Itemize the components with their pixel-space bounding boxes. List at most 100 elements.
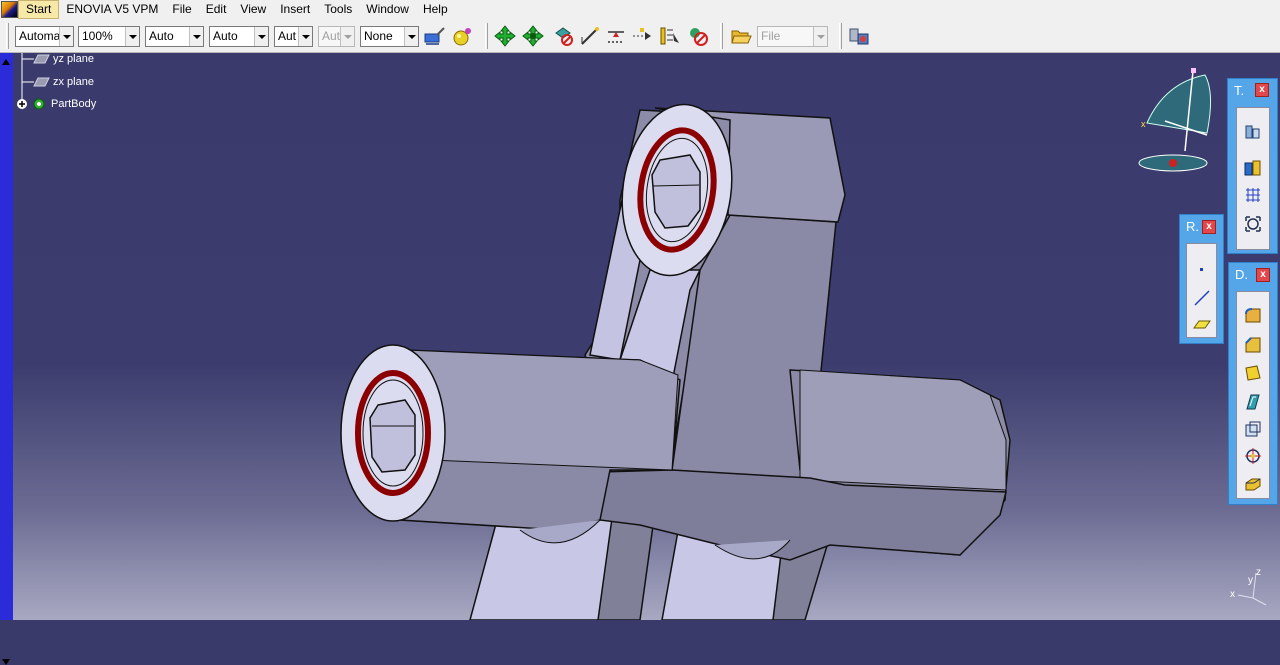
fill-color-combo[interactable]: Automa (15, 26, 74, 47)
pan-icon (494, 25, 516, 47)
point-symbol-value: Aut (278, 29, 297, 43)
toolbar-grip[interactable] (839, 23, 842, 49)
thickness-button[interactable] (1240, 417, 1266, 441)
measure-button[interactable] (578, 24, 602, 48)
pan-button[interactable] (493, 24, 517, 48)
measure-inertia-icon (660, 27, 679, 45)
point-button[interactable] (1189, 258, 1215, 282)
part-geometry (340, 103, 1011, 620)
layer-value: None (364, 29, 393, 43)
fillet-button[interactable] (1240, 304, 1266, 328)
grid-icon (1246, 188, 1260, 202)
fill-color-value: Automa (19, 29, 61, 43)
panel-title: T. (1234, 83, 1245, 98)
remove-face-icon (1245, 478, 1261, 491)
layer-combo[interactable]: None (360, 26, 419, 47)
panel-close-button[interactable]: x (1256, 268, 1270, 282)
scroll-down-icon[interactable] (2, 659, 10, 665)
pad-icon (1244, 160, 1261, 176)
menu-help[interactable]: Help (416, 0, 455, 19)
shell-button[interactable] (1240, 390, 1266, 414)
measure-between-icon (608, 31, 624, 43)
chevron-down-icon (125, 27, 139, 46)
expand-plus-icon[interactable] (16, 98, 28, 110)
catalog-icon (849, 28, 869, 45)
3d-viewport[interactable]: x z x y (13, 53, 1280, 620)
toolbar-grip[interactable] (6, 23, 9, 49)
chamfer-icon (1245, 337, 1261, 353)
graphic-properties-toolbar: Automa 100% Auto Auto Aut Aut None File (0, 19, 1280, 53)
tree-item-yz-plane[interactable]: yz plane (32, 52, 94, 66)
menu-insert[interactable]: Insert (273, 0, 317, 19)
thread-button[interactable] (1240, 444, 1266, 468)
menu-tools[interactable]: Tools (317, 0, 359, 19)
menu-bar: Start ENOVIA V5 VPM File Edit View Inser… (0, 0, 1280, 19)
line-thickness-combo[interactable]: Auto (145, 26, 204, 47)
transparency-value: 100% (82, 29, 113, 43)
tools-panel[interactable]: T. x (1227, 78, 1278, 254)
measure-between-button[interactable] (604, 24, 628, 48)
scroll-up-icon[interactable] (2, 59, 10, 65)
menu-view[interactable]: View (233, 0, 273, 19)
svg-text:x: x (1141, 119, 1146, 129)
file-combo[interactable]: File (757, 26, 828, 47)
measure-item-button[interactable] (630, 24, 654, 48)
catia-app-icon[interactable] (1, 1, 18, 18)
line-button[interactable] (1189, 286, 1215, 310)
no-show-icon (690, 28, 708, 46)
panel-title: D. (1235, 267, 1248, 282)
menu-file[interactable]: File (165, 0, 198, 19)
line-type-combo[interactable]: Auto (209, 26, 269, 47)
panel-tool-button[interactable] (1240, 156, 1266, 180)
tree-item-zx-plane[interactable]: zx plane (32, 75, 94, 89)
menu-window[interactable]: Window (359, 0, 416, 19)
toolbar-grip[interactable] (485, 23, 488, 49)
dress-up-panel[interactable]: D. x (1228, 262, 1278, 505)
apply-material-button[interactable] (450, 24, 474, 48)
catalog-button[interactable] (848, 24, 872, 48)
axis-x-label: x (1230, 589, 1235, 600)
chevron-down-icon (298, 27, 312, 46)
plane-button[interactable] (1189, 312, 1215, 336)
tree-item-partbody[interactable]: PartBody (16, 97, 96, 111)
axis-z-label: z (1256, 567, 1261, 578)
point-symbol-combo[interactable]: Aut (274, 26, 313, 47)
chevron-down-icon (254, 27, 268, 46)
panel-tool-button[interactable] (1240, 212, 1266, 236)
hide-show-button[interactable] (551, 24, 575, 48)
measure-item-icon (633, 28, 651, 40)
menu-enovia[interactable]: ENOVIA V5 VPM (59, 0, 165, 19)
open-button[interactable] (729, 24, 753, 48)
no-show-button[interactable] (686, 24, 710, 48)
line-thickness-value: Auto (149, 29, 174, 43)
transparency-combo[interactable]: 100% (78, 26, 140, 47)
panel-close-button[interactable]: x (1255, 83, 1269, 97)
specification-tree-scrollbar[interactable] (0, 53, 13, 665)
measure-inertia-button[interactable] (657, 24, 681, 48)
sketch-plane-icon (1245, 125, 1260, 139)
partbody-gear-icon (33, 98, 45, 110)
draft-button[interactable] (1240, 361, 1266, 385)
format-painter-button[interactable] (422, 24, 446, 48)
rotate-button[interactable] (521, 24, 545, 48)
tree-item-label: PartBody (51, 98, 97, 110)
panel-close-button[interactable]: x (1202, 220, 1216, 234)
toolbar-grip[interactable] (720, 23, 723, 49)
chamfer-button[interactable] (1240, 333, 1266, 357)
panel-tool-button[interactable] (1240, 120, 1266, 144)
panel-tool-button[interactable] (1240, 183, 1266, 207)
draft-icon (1245, 365, 1261, 381)
fillet-icon (1245, 308, 1261, 323)
reference-panel[interactable]: R. x (1179, 214, 1224, 344)
plane-icon (1193, 320, 1211, 329)
plane-icon (33, 54, 50, 64)
menu-start[interactable]: Start (18, 0, 60, 19)
menu-edit[interactable]: Edit (199, 0, 234, 19)
panel-body (1236, 107, 1270, 250)
chevron-down-icon (404, 27, 418, 46)
point-icon (1200, 268, 1203, 271)
remove-face-button[interactable] (1240, 472, 1266, 496)
file-combo-value: File (761, 29, 781, 43)
rendering-style-combo[interactable]: Aut (318, 26, 355, 47)
snap-icon (1245, 216, 1261, 232)
